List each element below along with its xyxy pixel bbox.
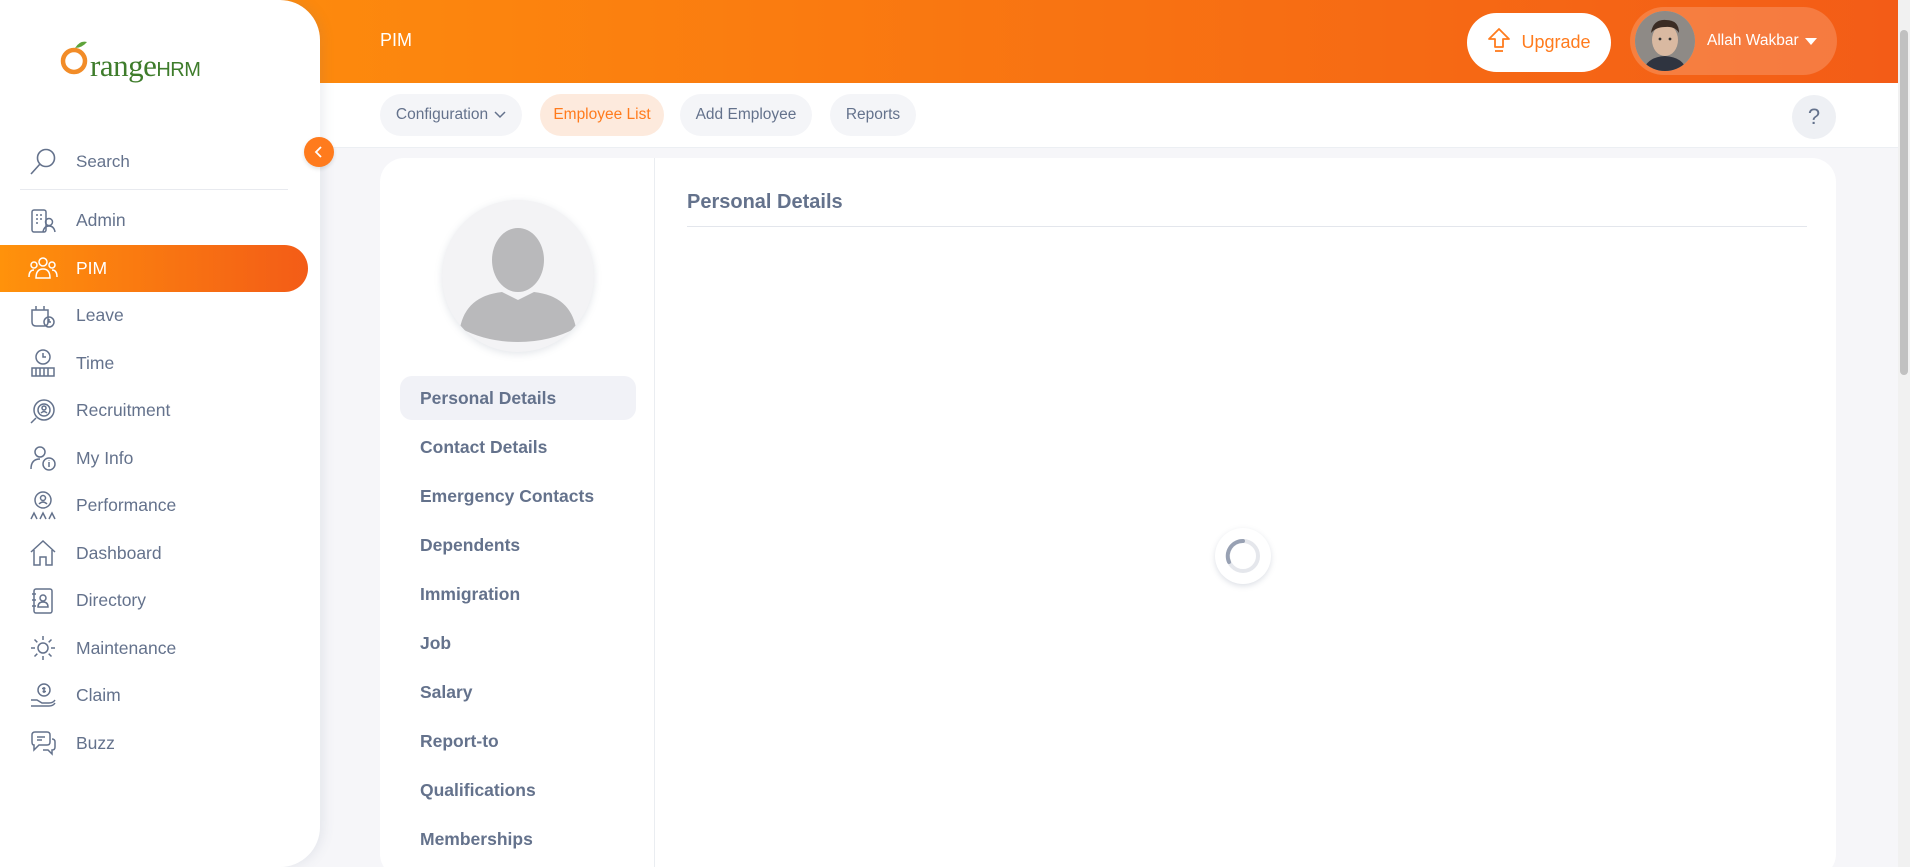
profile-tabs: Personal Details Contact Details Emergen…	[400, 376, 636, 866]
sidebar-item-label: Directory	[76, 590, 147, 611]
orange-fruit-icon	[60, 41, 88, 75]
upgrade-arrow-icon	[1487, 27, 1511, 58]
tab-emergency-contacts[interactable]: Emergency Contacts	[400, 474, 636, 518]
brand-text-range: range	[90, 48, 157, 83]
my-info-icon	[28, 443, 58, 473]
sidebar: rangeHRM Admin	[0, 0, 320, 867]
pim-icon	[28, 253, 58, 283]
tab-job[interactable]: Job	[400, 621, 636, 665]
loading-spinner-icon	[1215, 528, 1271, 584]
sidebar-item-label: My Info	[76, 447, 134, 468]
sidebar-menu: Admin PIM Leave Time Recruitment My Info…	[0, 197, 320, 767]
sidebar-item-pim[interactable]: PIM	[0, 244, 308, 292]
sidebar-item-maintenance[interactable]: Maintenance	[0, 625, 320, 673]
sidebar-item-label: Claim	[76, 685, 121, 706]
sidebar-item-admin[interactable]: Admin	[0, 197, 320, 245]
app-root: PIM Upgrade Allah Wakbar Configuration E…	[0, 0, 1910, 867]
upgrade-label: Upgrade	[1521, 32, 1591, 52]
employee-details-card: Personal Details Contact Details Emergen…	[380, 158, 1836, 867]
sidebar-item-claim[interactable]: Claim	[0, 672, 320, 720]
sidebar-item-label: Dashboard	[76, 542, 162, 563]
sidebar-item-dashboard[interactable]: Dashboard	[0, 530, 320, 578]
upgrade-button[interactable]: Upgrade	[1467, 13, 1611, 72]
tab-add-employee[interactable]: Add Employee	[680, 94, 812, 136]
admin-icon	[28, 206, 58, 236]
claim-icon	[28, 681, 58, 711]
tab-personal-details[interactable]: Personal Details	[400, 376, 636, 420]
sidebar-item-buzz[interactable]: Buzz	[0, 720, 320, 768]
search-icon	[28, 145, 62, 179]
sidebar-item-label: Recruitment	[76, 400, 171, 421]
brand-text-hrm: HRM	[156, 59, 201, 81]
sidebar-collapse-button[interactable]	[304, 137, 334, 167]
user-dropdown[interactable]: Allah Wakbar	[1630, 7, 1837, 75]
sub-navigation: Configuration Employee List Add Employee…	[320, 83, 1898, 148]
chevron-down-icon	[494, 111, 506, 119]
chevron-left-icon	[314, 146, 322, 158]
search-input[interactable]	[76, 151, 276, 172]
personal-details-section: Personal Details	[687, 191, 1807, 227]
tab-reports[interactable]: Reports	[830, 94, 916, 136]
sidebar-item-my-info[interactable]: My Info	[0, 435, 320, 483]
sidebar-item-directory[interactable]: Directory	[0, 577, 320, 625]
profile-photo[interactable]	[442, 200, 594, 352]
default-user-silhouette-icon	[442, 200, 594, 352]
sidebar-item-time[interactable]: Time	[0, 340, 320, 388]
leave-icon	[28, 301, 58, 331]
profile-panel: Personal Details Contact Details Emergen…	[380, 158, 655, 867]
page-title: PIM	[380, 30, 413, 50]
time-icon	[28, 348, 58, 378]
sidebar-item-recruitment[interactable]: Recruitment	[0, 387, 320, 435]
avatar	[1635, 11, 1695, 71]
sidebar-item-performance[interactable]: Performance	[0, 482, 320, 530]
user-name: Allah Wakbar	[1707, 32, 1799, 49]
tab-immigration[interactable]: Immigration	[400, 572, 636, 616]
sidebar-item-label: Performance	[76, 495, 177, 516]
tab-qualifications[interactable]: Qualifications	[400, 768, 636, 812]
page-scrollbar[interactable]	[1898, 0, 1910, 867]
tab-report-to[interactable]: Report-to	[400, 719, 636, 763]
help-button[interactable]: ?	[1792, 95, 1836, 139]
tab-contact-details[interactable]: Contact Details	[400, 425, 636, 469]
section-title: Personal Details	[687, 191, 1807, 227]
sidebar-item-label: Time	[76, 352, 115, 373]
brand-wordmark: rangeHRM	[90, 48, 201, 84]
performance-icon	[28, 491, 58, 521]
configuration-menu[interactable]: Configuration	[380, 94, 522, 136]
orangehrm-logo[interactable]: rangeHRM	[60, 38, 201, 84]
buzz-icon	[28, 728, 58, 758]
directory-icon	[28, 586, 58, 616]
tab-memberships[interactable]: Memberships	[400, 817, 636, 861]
sidebar-item-label: Leave	[76, 305, 124, 326]
configuration-label: Configuration	[395, 106, 489, 123]
sidebar-item-label: Maintenance	[76, 637, 177, 658]
sidebar-item-label: PIM	[76, 257, 108, 278]
sidebar-search	[20, 134, 288, 190]
sidebar-item-label: Buzz	[76, 732, 115, 753]
maintenance-icon	[28, 633, 58, 663]
tab-salary[interactable]: Salary	[400, 670, 636, 714]
tab-dependents[interactable]: Dependents	[400, 523, 636, 567]
recruitment-icon	[28, 396, 58, 426]
caret-down-icon	[1804, 37, 1817, 45]
dashboard-icon	[28, 538, 58, 568]
sidebar-item-label: Admin	[76, 210, 126, 231]
tab-employee-list[interactable]: Employee List	[540, 94, 664, 136]
sidebar-item-leave[interactable]: Leave	[0, 292, 320, 340]
scrollbar-thumb[interactable]	[1900, 30, 1908, 375]
